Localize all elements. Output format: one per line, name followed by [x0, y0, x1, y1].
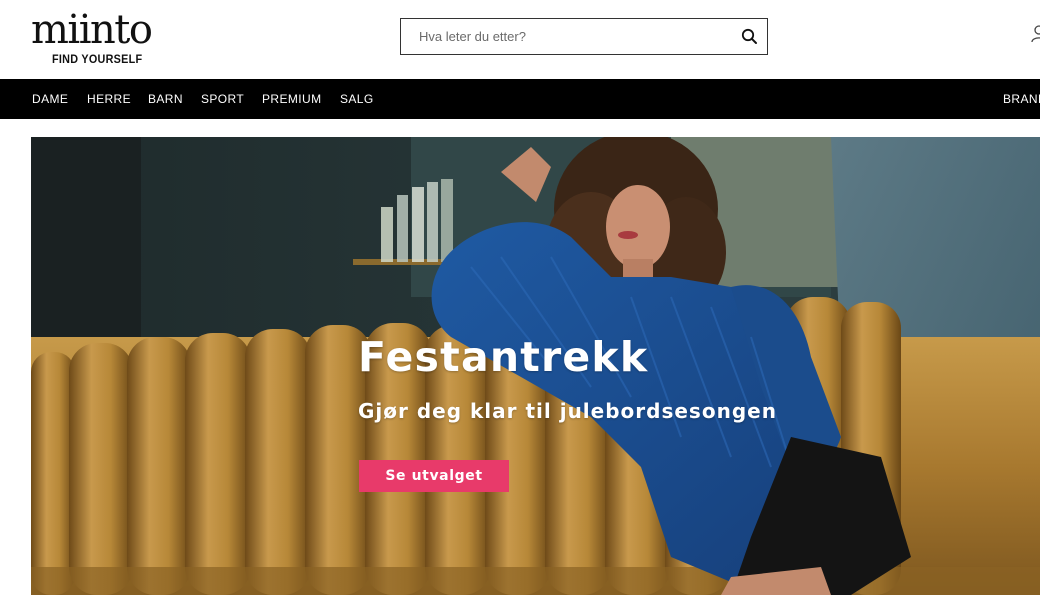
search-button[interactable]: [739, 26, 761, 48]
search-bar: [400, 18, 768, 55]
hero-subtitle: Gjør deg klar til julebordsesongen: [358, 399, 777, 423]
see-selection-button[interactable]: Se utvalget: [359, 460, 509, 492]
logo[interactable]: miinto FIND YOURSELF: [31, 8, 171, 68]
nav-item-premium[interactable]: PREMIUM: [262, 79, 321, 119]
nav-item-brand[interactable]: BRAND: [1003, 79, 1040, 119]
hero-banner[interactable]: Festantrekk Gjør deg klar til julebordse…: [31, 137, 1040, 595]
nav-item-salg[interactable]: SALG: [340, 79, 374, 119]
nav-item-dame[interactable]: DAME: [32, 79, 68, 119]
logo-tagline: FIND YOURSELF: [52, 52, 143, 66]
hero-title: Festantrekk: [358, 333, 649, 381]
search-input[interactable]: [402, 20, 732, 53]
account-button[interactable]: [1030, 24, 1040, 44]
nav-item-barn[interactable]: BARN: [148, 79, 183, 119]
nav-item-sport[interactable]: SPORT: [201, 79, 244, 119]
nav-item-herre[interactable]: HERRE: [87, 79, 131, 119]
user-icon: [1031, 25, 1040, 43]
logo-wordmark: miinto: [31, 7, 153, 53]
main-nav: DAME HERRE BARN SPORT PREMIUM SALG BRAND: [0, 79, 1040, 119]
search-icon: [741, 28, 757, 44]
site-header: miinto FIND YOURSELF: [0, 0, 1040, 79]
